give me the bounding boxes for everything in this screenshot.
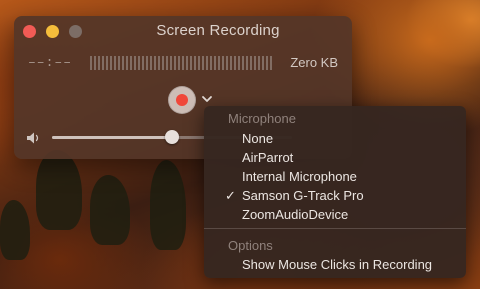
file-size: Zero KB bbox=[290, 55, 338, 70]
chevron-down-icon[interactable] bbox=[201, 93, 213, 105]
record-dot-icon bbox=[176, 94, 188, 106]
menu-item-mic-airparrot[interactable]: AirParrot bbox=[204, 148, 466, 167]
checkmark-icon: ✓ bbox=[225, 188, 236, 203]
volume-slider-thumb[interactable] bbox=[165, 130, 179, 144]
menu-item-mic-none[interactable]: None bbox=[204, 129, 466, 148]
elapsed-time: ––:–– bbox=[28, 55, 73, 70]
tree-silhouette bbox=[90, 175, 130, 245]
menu-item-mic-internal[interactable]: Internal Microphone bbox=[204, 167, 466, 186]
record-options-menu: Microphone None AirParrot Internal Micro… bbox=[204, 106, 466, 278]
record-button[interactable] bbox=[168, 86, 196, 114]
menu-separator bbox=[204, 228, 466, 229]
window-title: Screen Recording bbox=[156, 22, 280, 39]
tree-silhouette bbox=[0, 200, 30, 260]
menu-item-label: Samson G-Track Pro bbox=[242, 188, 364, 203]
audio-level-meter bbox=[90, 56, 274, 70]
menu-item-label: AirParrot bbox=[242, 150, 294, 165]
menu-item-label: Show Mouse Clicks in Recording bbox=[242, 257, 433, 272]
speaker-icon bbox=[27, 132, 39, 144]
menu-item-show-mouse-clicks[interactable]: Show Mouse Clicks in Recording bbox=[204, 255, 466, 274]
close-button[interactable] bbox=[23, 25, 36, 38]
menu-item-mic-samson[interactable]: ✓ Samson G-Track Pro bbox=[204, 186, 466, 205]
zoom-button[interactable] bbox=[69, 25, 82, 38]
menu-item-mic-zoomaudiodevice[interactable]: ZoomAudioDevice bbox=[204, 205, 466, 224]
microphone-section-header: Microphone bbox=[228, 111, 296, 126]
menu-item-label: Internal Microphone bbox=[242, 169, 357, 184]
options-section-header: Options bbox=[228, 238, 273, 253]
menu-item-label: None bbox=[242, 131, 274, 146]
tree-silhouette bbox=[150, 160, 186, 250]
volume-slider-fill bbox=[52, 136, 172, 139]
tree-silhouette bbox=[36, 150, 82, 230]
menu-item-label: ZoomAudioDevice bbox=[242, 207, 349, 222]
minimize-button[interactable] bbox=[46, 25, 59, 38]
